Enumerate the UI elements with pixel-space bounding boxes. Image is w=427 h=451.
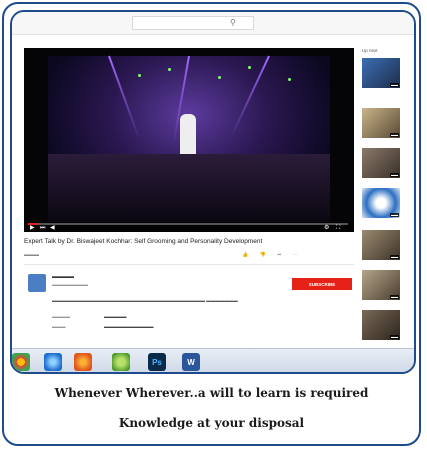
related-video-thumbnail[interactable]: ▬▬ <box>362 108 400 138</box>
video-player[interactable]: ▶ ⏭ ◀ ⚙ ⛶ <box>24 48 354 232</box>
stage-light <box>168 68 171 71</box>
related-video-thumbnail[interactable]: ▬▬ <box>362 270 400 300</box>
stage-light-beam <box>108 55 141 141</box>
related-video-thumbnail[interactable]: ▬▬ <box>362 188 400 218</box>
like-icon[interactable]: 👍 <box>242 252 248 258</box>
caption-line-1: Whenever Wherever..a will to learn is re… <box>54 386 369 400</box>
stage-light <box>138 74 141 77</box>
video-controls: ▶ ⏭ ◀ ⚙ ⛶ <box>24 222 354 232</box>
media-player-icon[interactable] <box>112 353 130 371</box>
view-count: ▬▬▬ <box>24 252 39 258</box>
video-duration: ▬▬ <box>390 335 399 339</box>
published-date: ▬▬▬▬▬▬▬▬ <box>52 282 88 287</box>
dislike-icon[interactable]: 👎 <box>260 252 266 258</box>
browser-top-bar: ⚲ <box>12 12 414 35</box>
share-icon[interactable]: ➦ <box>277 252 281 258</box>
stage-light <box>218 76 221 79</box>
license-label: ▬▬▬ <box>52 324 66 329</box>
word-icon[interactable]: W <box>182 353 200 371</box>
more-icon[interactable]: ⋯ <box>293 252 298 258</box>
caption-line-2: Knowledge at your disposal <box>118 416 305 430</box>
stage-light <box>248 66 251 69</box>
video-frame <box>48 55 330 224</box>
video-duration: ▬▬ <box>390 213 399 217</box>
video-duration: ▬▬ <box>390 295 399 299</box>
channel-name[interactable]: ▬▬▬▬ <box>52 274 74 280</box>
video-duration: ▬▬ <box>390 173 399 177</box>
next-icon[interactable]: ⏭ <box>40 224 45 232</box>
related-video-thumbnail[interactable]: ▬▬ <box>362 230 400 260</box>
firefox-icon[interactable] <box>74 353 92 371</box>
related-video-thumbnail[interactable]: ▬▬ <box>362 148 400 178</box>
divider <box>24 264 354 265</box>
video-actions: 👍 👎 ➦ ⋯ <box>242 252 308 258</box>
audience-crowd <box>48 154 330 224</box>
channel-avatar[interactable] <box>28 274 46 292</box>
category-value[interactable]: ▬▬▬▬▬ <box>104 314 127 319</box>
category-label: ▬▬▬▬ <box>52 314 70 319</box>
video-duration: ▬▬ <box>390 255 399 259</box>
screenshot-panel: ⚲ ▶ ⏭ ◀ ⚙ ⛶ Expert Talk by Dr. Biswajeet… <box>10 10 416 374</box>
progress-bar[interactable] <box>28 223 348 225</box>
up-next-label: Up next <box>362 48 378 53</box>
fullscreen-icon[interactable]: ⛶ <box>336 224 340 232</box>
play-icon[interactable]: ▶ <box>30 224 35 232</box>
chrome-icon[interactable] <box>12 353 30 371</box>
video-duration: ▬▬ <box>390 83 399 87</box>
poster-frame: ⚲ ▶ ⏭ ◀ ⚙ ⛶ Expert Talk by Dr. Biswajeet… <box>2 2 421 446</box>
search-icon[interactable]: ⚲ <box>230 18 236 27</box>
settings-icon[interactable]: ⚙ <box>324 224 329 232</box>
stage-light <box>288 78 291 81</box>
ie-icon[interactable] <box>44 353 62 371</box>
windows-taskbar: Ps W <box>12 348 414 372</box>
volume-icon[interactable]: ◀ <box>50 224 55 232</box>
photoshop-icon[interactable]: Ps <box>148 353 166 371</box>
video-title: Expert Talk by Dr. Biswajeet Kochhar: Se… <box>24 238 263 245</box>
video-description: ▬▬▬▬▬▬▬▬▬▬▬▬▬▬▬▬▬▬▬▬▬▬▬▬▬▬▬▬▬▬▬▬▬▬ ▬▬▬▬▬… <box>52 298 238 303</box>
subscribe-button[interactable]: SUBSCRIBE <box>292 278 352 290</box>
related-video-thumbnail[interactable]: ▬▬ <box>362 310 400 340</box>
video-duration: ▬▬ <box>390 133 399 137</box>
license-value: ▬▬▬▬▬▬▬▬▬▬▬ <box>104 324 154 329</box>
related-video-thumbnail[interactable]: ▬▬ <box>362 58 400 88</box>
